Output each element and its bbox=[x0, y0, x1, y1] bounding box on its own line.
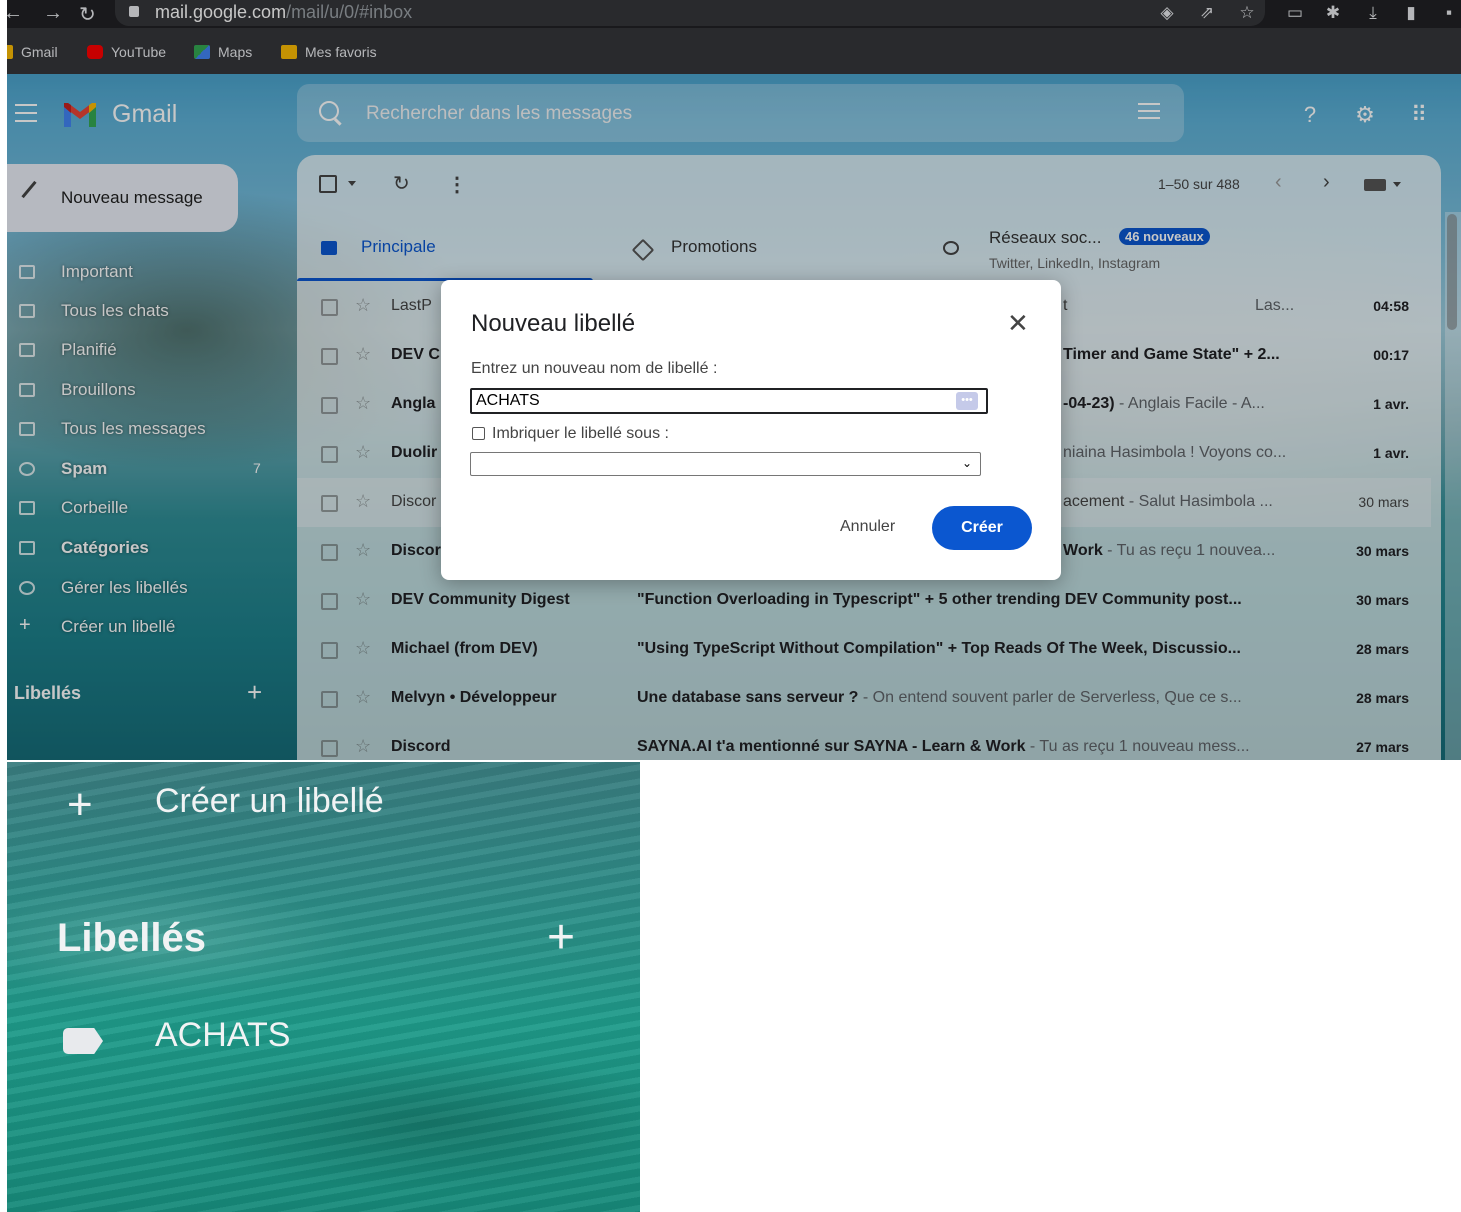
cancel-button[interactable]: Annuler bbox=[840, 518, 895, 536]
zoomed-sidebar-screenshot: + Créer un libellé Libellés + ACHATS bbox=[7, 762, 640, 1212]
nest-label-text: Imbriquer le libellé sous : bbox=[492, 425, 669, 442]
dialog-title: Nouveau libellé bbox=[471, 310, 636, 337]
create-label-link[interactable]: Créer un libellé bbox=[155, 782, 384, 821]
sidebar-label-achats[interactable]: ACHATS bbox=[155, 1016, 290, 1055]
close-icon[interactable]: ✕ bbox=[1007, 308, 1029, 339]
nest-label-checkbox[interactable] bbox=[472, 427, 485, 440]
create-button[interactable]: Créer bbox=[932, 506, 1032, 550]
gmail-screenshot: ← → ↻ mail.google.com/mail/u/0/#inbox ◈ … bbox=[7, 0, 1461, 760]
label-tag-icon bbox=[63, 1028, 103, 1054]
chevron-down-icon: ⌄ bbox=[961, 456, 972, 470]
autofill-icon[interactable]: ••• bbox=[956, 392, 978, 410]
plus-icon[interactable]: + bbox=[67, 780, 93, 830]
new-label-dialog: Nouveau libellé ✕ Entrez un nouveau nom … bbox=[441, 280, 1061, 580]
label-name-input[interactable] bbox=[470, 388, 988, 414]
parent-label-select[interactable]: ⌄ bbox=[470, 452, 981, 476]
add-label-plus-icon[interactable]: + bbox=[547, 910, 575, 965]
labels-heading: Libellés bbox=[57, 916, 206, 960]
label-name-prompt: Entrez un nouveau nom de libellé : bbox=[471, 360, 718, 377]
